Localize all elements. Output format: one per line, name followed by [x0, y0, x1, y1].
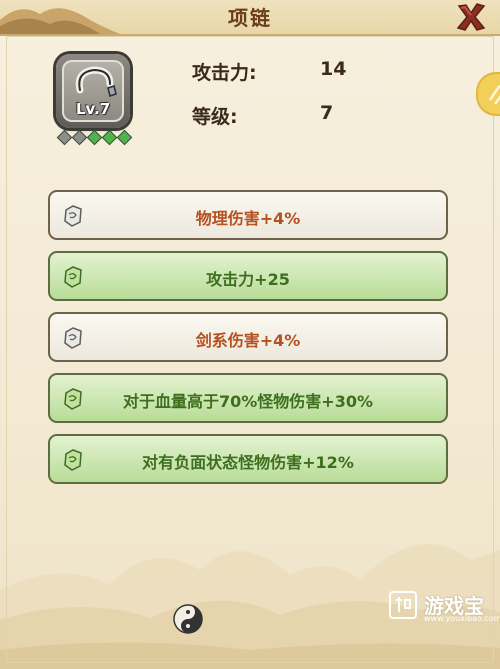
yin-yang-icon	[173, 604, 203, 634]
level-label: 等级:	[192, 106, 238, 128]
item-detail-panel: 项链 Lv.7 攻击力: 14 等级: 7 物理伤害+4% 攻击力+25 剑系伤…	[0, 0, 500, 669]
gem-slot	[116, 129, 133, 146]
gem-slot	[56, 129, 73, 146]
gem-rating	[56, 129, 133, 146]
attribute-row[interactable]: 剑系伤害+4%	[48, 312, 448, 362]
gem-slot	[101, 129, 118, 146]
attribute-row[interactable]: 对有负面状态怪物伤害+12%	[48, 434, 448, 484]
attribute-text: 对于血量高于70%怪物伤害+30%	[122, 392, 373, 411]
close-button[interactable]	[454, 2, 488, 32]
item-icon-frame: Lv.7	[56, 54, 130, 128]
attribute-row[interactable]: 物理伤害+4%	[48, 190, 448, 240]
attribute-text: 攻击力+25	[206, 270, 290, 289]
paperclip-icon	[488, 84, 500, 105]
item-icon-inner: Lv.7	[62, 60, 124, 122]
attribute-text: 物理伤害+4%	[195, 209, 301, 228]
title-bar: 项链	[0, 0, 500, 36]
panel-title: 项链	[228, 6, 272, 30]
attribute-text: 剑系伤害+4%	[195, 331, 301, 350]
watermark-logo-icon	[389, 591, 417, 619]
attribute-row[interactable]: 对于血量高于70%怪物伤害+30%	[48, 373, 448, 423]
attribute-row[interactable]: 攻击力+25	[48, 251, 448, 301]
attribute-text: 对有负面状态怪物伤害+12%	[142, 453, 354, 472]
attack-label: 攻击力:	[192, 62, 257, 84]
watermark-url: www.youxibao.com	[424, 614, 500, 623]
close-x-icon	[456, 3, 486, 31]
level-value: 7	[320, 102, 334, 124]
attack-value: 14	[320, 58, 347, 80]
gem-slot	[71, 129, 88, 146]
gem-slot	[86, 129, 103, 146]
watermark: 游戏宝 www.youxibao.com	[388, 588, 500, 628]
pin-tab[interactable]	[478, 74, 500, 114]
level-badge: Lv.7	[76, 100, 111, 118]
